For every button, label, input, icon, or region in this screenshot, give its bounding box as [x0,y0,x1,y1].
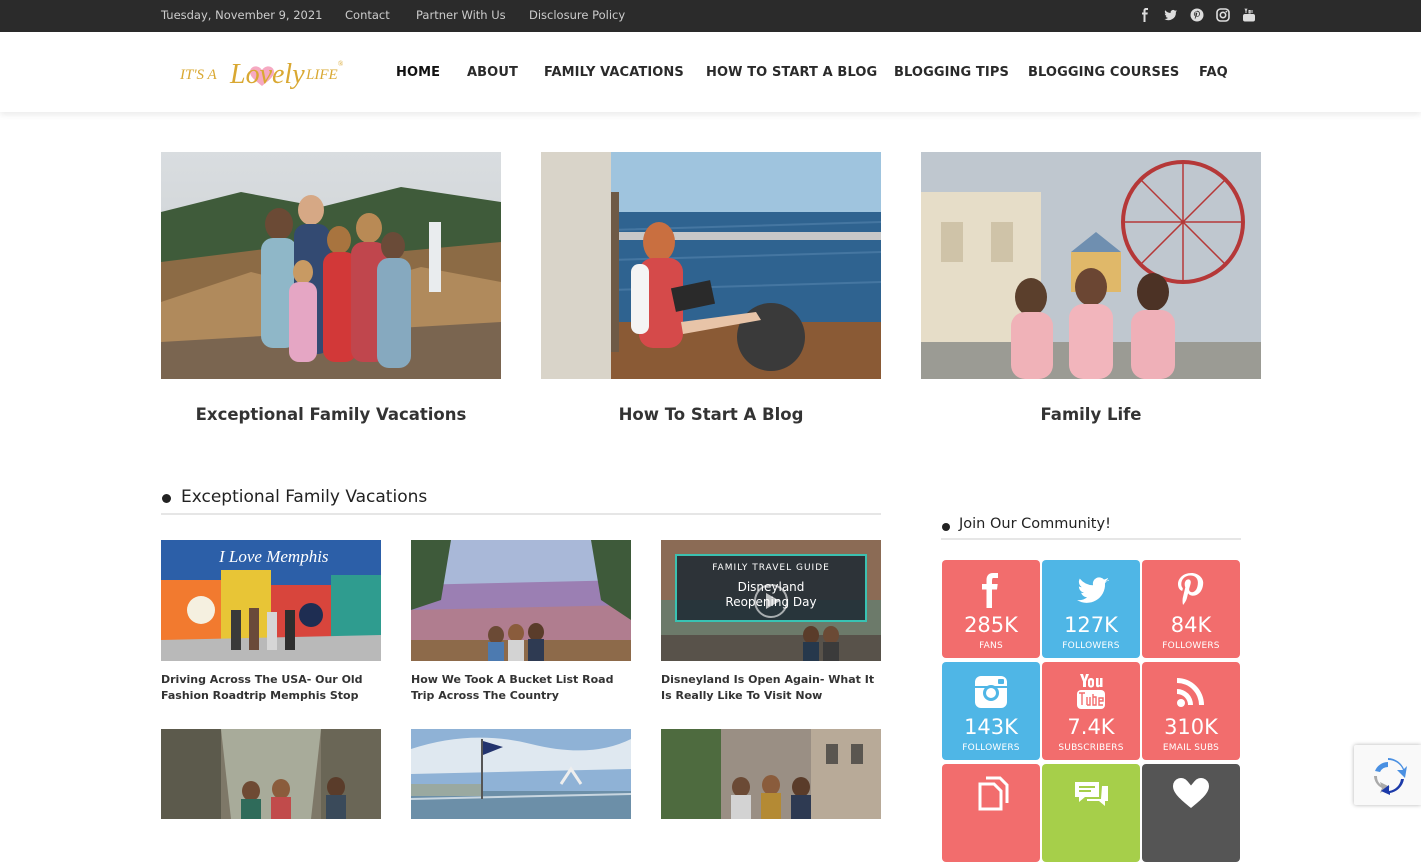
youtube-subscribers-tile[interactable]: 7.4K SUBSCRIBERS [1042,662,1140,760]
feature-card-family-life[interactable]: Family Life [921,152,1261,424]
section-header-family-vacations: Exceptional Family Vacations [161,487,881,515]
twitter-icon[interactable] [1163,7,1179,23]
svg-text:IT'S A: IT'S A [179,67,218,83]
nav-blogging-courses[interactable]: BLOGGING COURSES [1028,65,1179,80]
instagram-icon [942,674,1040,710]
svg-text:Lovely: Lovely [229,59,305,90]
post-thumbnail[interactable] [411,540,631,661]
current-date: Tuesday, November 9, 2021 [161,8,323,22]
tile-label: FANS [979,641,1003,651]
pinterest-icon[interactable] [1189,7,1205,23]
post-card[interactable]: I Love Memphis Driving Across The USA- O… [161,540,381,704]
post-card[interactable] [661,729,881,819]
feature-caption[interactable]: How To Start A Blog [541,405,881,424]
tile-label: EMAIL SUBS [1162,743,1220,753]
recaptcha-badge[interactable] [1354,745,1421,805]
instagram-followers-tile[interactable]: 143K FOLLOWERS [942,662,1040,760]
partner-with-us-link[interactable]: Partner With Us [416,8,506,22]
tile-label: FOLLOWERS [1162,641,1220,651]
nav-about[interactable]: ABOUT [467,65,518,80]
section-title[interactable]: Exceptional Family Vacations [181,487,427,507]
facebook-icon[interactable] [1137,7,1153,23]
post-thumbnail[interactable] [661,729,881,819]
feature-image-start-a-blog[interactable] [541,152,881,379]
thumb-overlay-text: I Love Memphis [219,547,329,566]
tile-value: 84K [1170,613,1212,637]
tile-label: FOLLOWERS [1062,641,1120,651]
nav-faq[interactable]: FAQ [1199,65,1228,80]
svg-text:®: ® [338,60,344,68]
thumb-overlay-text: FAMILY TRAVEL GUIDE [712,563,830,573]
twitter-followers-tile[interactable]: 127K FOLLOWERS [1042,560,1140,658]
tile-value: 143K [964,715,1018,739]
facebook-icon [942,572,1040,608]
post-title[interactable]: Driving Across The USA- Our Old Fashion … [161,672,381,704]
bullet-dot [162,494,171,503]
youtube-icon [1042,674,1140,710]
tile-value: 310K [1164,715,1218,739]
post-thumbnail[interactable]: FAMILY TRAVEL GUIDE Disneyland Reopening… [661,540,881,661]
posts-tile[interactable] [942,764,1040,862]
likes-tile[interactable] [1142,764,1240,862]
nav-family-vacations[interactable]: FAMILY VACATIONS [544,65,684,80]
top-bar: Tuesday, November 9, 2021 Contact Partne… [0,0,1421,32]
nav-home[interactable]: HOME [396,65,440,80]
sidebar-title: Join Our Community! [959,516,1111,532]
post-card[interactable]: How We Took A Bucket List Road Trip Acro… [411,540,631,704]
thumb-overlay-text: Disneyland [737,580,805,594]
post-thumbnail[interactable]: I Love Memphis [161,540,381,661]
tile-value: 7.4K [1067,715,1115,739]
comments-tile[interactable] [1042,764,1140,862]
site-header: IT'S A Lovely LIFE ® HOME ABOUT FAMILY V… [0,32,1421,112]
heart-icon [1142,776,1240,812]
post-title[interactable]: Disneyland Is Open Again- What It Is Rea… [661,672,881,704]
recaptcha-icon [1368,756,1408,796]
tile-value: 127K [1064,613,1118,637]
post-card[interactable] [161,729,381,819]
feature-image-family-life[interactable] [921,152,1261,379]
post-thumbnail[interactable] [161,729,381,819]
post-thumbnail[interactable] [411,729,631,819]
contact-link[interactable]: Contact [345,8,390,22]
feature-card-family-vacations[interactable]: Exceptional Family Vacations [161,152,501,424]
tile-label: FOLLOWERS [962,743,1020,753]
tile-value: 285K [964,613,1018,637]
feature-image-family-vacations[interactable] [161,152,501,379]
instagram-icon[interactable] [1215,7,1231,23]
pinterest-icon [1142,572,1240,608]
nav-how-to-start-a-blog[interactable]: HOW TO START A BLOG [706,65,877,80]
disclosure-policy-link[interactable]: Disclosure Policy [529,8,625,22]
nav-blogging-tips[interactable]: BLOGGING TIPS [894,65,1009,80]
feature-card-start-a-blog[interactable]: How To Start A Blog [541,152,881,424]
post-card[interactable]: FAMILY TRAVEL GUIDE Disneyland Reopening… [661,540,881,704]
feature-caption[interactable]: Exceptional Family Vacations [161,405,501,424]
facebook-fans-tile[interactable]: 285K FANS [942,560,1040,658]
comments-icon [1042,776,1140,812]
post-title[interactable]: How We Took A Bucket List Road Trip Acro… [411,672,631,704]
twitter-icon [1042,572,1140,608]
bullet-dot [942,523,950,531]
site-logo[interactable]: IT'S A Lovely LIFE ® [178,52,346,96]
rss-icon [1142,674,1240,710]
sidebar-header-community: Join Our Community! [941,516,1241,540]
copy-icon [942,776,1040,812]
pinterest-followers-tile[interactable]: 84K FOLLOWERS [1142,560,1240,658]
post-card[interactable] [411,729,631,819]
youtube-icon[interactable] [1241,7,1257,23]
email-subscribers-tile[interactable]: 310K EMAIL SUBS [1142,662,1240,760]
svg-text:LIFE: LIFE [305,67,338,83]
tile-label: SUBSCRIBERS [1058,743,1124,753]
thumb-overlay-text: Reopening Day [725,595,817,609]
feature-caption[interactable]: Family Life [921,405,1261,424]
